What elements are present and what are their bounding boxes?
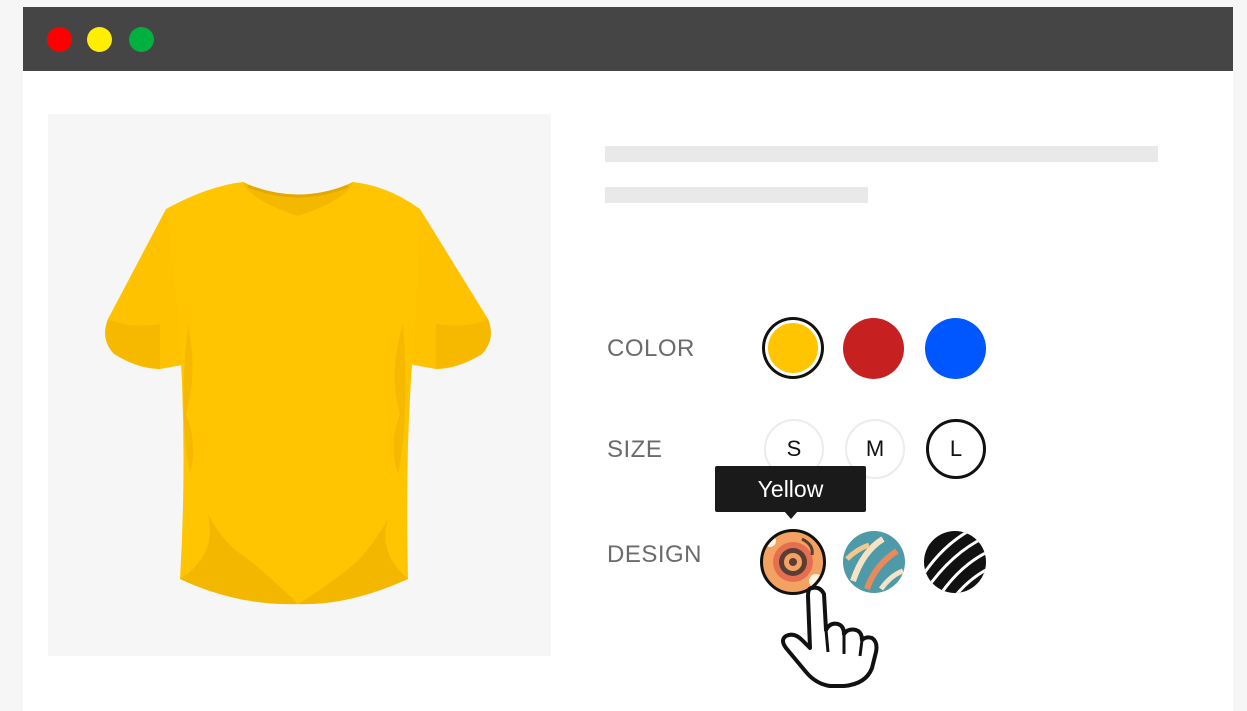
product-image (48, 114, 551, 656)
window-minimize-button[interactable] (87, 27, 112, 52)
design-label: DESIGN (607, 541, 703, 568)
size-button-l[interactable]: L (926, 419, 986, 479)
size-label: SIZE (607, 436, 663, 463)
window-titlebar (23, 7, 1233, 71)
color-swatch-blue[interactable] (925, 318, 986, 379)
tooltip: Yellow (715, 466, 866, 512)
pointing-hand-icon (781, 585, 879, 688)
window-maximize-button[interactable] (129, 27, 154, 52)
window-close-button[interactable] (47, 27, 72, 52)
tooltip-arrow (784, 511, 798, 519)
color-swatch-red[interactable] (843, 318, 904, 379)
design-swatch-black-stripes[interactable] (924, 531, 986, 593)
color-swatch-yellow[interactable] (762, 317, 824, 379)
title-placeholder-line (605, 146, 1158, 162)
color-label: COLOR (607, 335, 695, 362)
subtitle-placeholder-line (605, 187, 868, 203)
tshirt-icon (105, 182, 491, 605)
